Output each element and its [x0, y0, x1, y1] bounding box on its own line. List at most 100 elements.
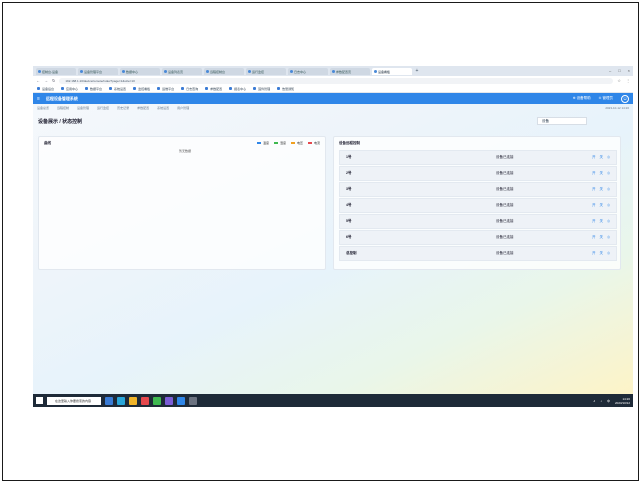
off-button[interactable]: 关 — [599, 155, 603, 160]
bookmarks-bar: 设备后台 应用中心 数据平台 系统设置 监控看板 运维平台 日志查询 参数配置 … — [33, 85, 633, 93]
back-button[interactable]: ← — [36, 78, 40, 83]
browser-tab[interactable]: 设备列表页 — [162, 67, 202, 75]
avatar-icon[interactable]: ☺ — [621, 94, 629, 103]
new-tab-button[interactable]: + — [414, 68, 420, 74]
off-button[interactable]: 关 — [599, 219, 603, 224]
taskbar-app-icon[interactable] — [153, 396, 161, 405]
on-button[interactable]: 开 — [592, 235, 596, 240]
legend-item[interactable]: 湿度 — [273, 141, 286, 145]
on-button[interactable]: 开 — [592, 251, 596, 256]
browser-tab-active[interactable]: 设备看板 — [372, 67, 412, 75]
device-name: 4号 — [346, 203, 352, 207]
browser-tab[interactable]: 控制台-设备 — [36, 67, 76, 75]
taskbar-app-icon[interactable] — [177, 396, 185, 405]
bookmark-item[interactable]: 数据平台 — [85, 87, 102, 91]
device-row: 6号 设备已连接 开 关 ◎ — [339, 230, 617, 245]
on-button[interactable]: 开 — [592, 203, 596, 208]
settings-icon[interactable]: ◎ — [607, 203, 610, 208]
legend-label: 电流 — [313, 141, 320, 145]
legend-item[interactable]: 电流 — [307, 141, 320, 145]
settings-icon[interactable]: ◎ — [607, 171, 610, 176]
settings-icon[interactable]: ◎ — [607, 219, 610, 224]
bookmark-item[interactable]: 应用中心 — [61, 87, 78, 91]
bookmark-item[interactable]: 日志查询 — [181, 87, 198, 91]
off-button[interactable]: 关 — [599, 203, 603, 208]
subnav-item[interactable]: 设备总览 — [37, 106, 49, 110]
legend-label: 湿度 — [279, 141, 286, 145]
taskbar-app-icon[interactable] — [117, 396, 125, 405]
browser-tab[interactable]: 参数配置页 — [330, 67, 370, 75]
tray-expand-icon[interactable]: ∧ — [593, 399, 595, 403]
taskbar-app-icon[interactable] — [105, 396, 113, 405]
subnav-item[interactable]: 设备管理 — [77, 106, 89, 110]
bookmark-item[interactable]: 报表中心 — [229, 87, 246, 91]
subnav-item[interactable]: 运行监控 — [97, 106, 109, 110]
device-control-title: 设备远程控制 — [339, 141, 360, 145]
device-status: 设备已连接 — [496, 219, 514, 223]
help-link[interactable]: ⊕ 设备帮助 — [573, 96, 591, 101]
bookmark-item[interactable]: 设备后台 — [37, 87, 54, 91]
header-actions: ⊕ 设备帮助 ⊙ 管理员 ☺ — [573, 94, 629, 103]
subnav-item[interactable]: 系统设置 — [157, 106, 169, 110]
close-window-button[interactable]: × — [628, 68, 630, 73]
device-actions: 开 关 ◎ — [592, 155, 610, 160]
settings-icon[interactable]: ◎ — [607, 155, 610, 160]
legend-swatch — [256, 142, 261, 144]
subnav-item[interactable]: 用户管理 — [177, 106, 189, 110]
forward-button[interactable]: → — [44, 78, 48, 83]
os-taskbar: 在这里输入你要搜索的内容 ∧ ♪ 中 14:20 2023/10/12 — [33, 394, 633, 407]
taskbar-clock[interactable]: 14:20 2023/10/12 — [615, 397, 630, 405]
star-icon[interactable]: ☆ — [617, 78, 621, 83]
user-menu[interactable]: ⊙ 管理员 — [599, 96, 613, 101]
bookmark-item[interactable]: 系统设置 — [109, 87, 126, 91]
bookmark-item[interactable]: 参数配置 — [205, 87, 222, 91]
taskbar-app-icon[interactable] — [141, 396, 149, 405]
subnav-item[interactable]: 远程控制 — [57, 106, 69, 110]
url-input[interactable]: 192.168.1.10/device/remote/index?page=1&… — [59, 77, 614, 84]
taskbar-app-icon[interactable] — [129, 396, 137, 405]
on-button[interactable]: 开 — [592, 171, 596, 176]
on-button[interactable]: 开 — [592, 187, 596, 192]
legend-item[interactable]: 温度 — [256, 141, 269, 145]
off-button[interactable]: 关 — [599, 171, 603, 176]
clock-date: 2023/10/12 — [614, 400, 630, 405]
off-button[interactable]: 关 — [599, 251, 603, 256]
taskbar-search-input[interactable]: 在这里输入你要搜索的内容 — [47, 396, 101, 405]
chart-panel: 曲线 温度 湿度 电压 电流 暂无数据 — [38, 136, 326, 270]
off-button[interactable]: 关 — [599, 235, 603, 240]
reload-button[interactable]: ↻ — [52, 78, 55, 83]
bookmark-item[interactable]: 运维平台 — [157, 87, 174, 91]
bookmark-item[interactable]: 固件管理 — [253, 87, 270, 91]
settings-icon[interactable]: ◎ — [607, 235, 610, 240]
device-status: 设备已连接 — [496, 171, 514, 175]
on-button[interactable]: 开 — [592, 155, 596, 160]
browser-tab[interactable]: 日志中心 — [288, 67, 328, 75]
menu-icon[interactable]: ≡ — [37, 96, 40, 102]
off-button[interactable]: 关 — [599, 187, 603, 192]
browser-tab[interactable]: 数据中心 — [120, 67, 160, 75]
on-button[interactable]: 开 — [592, 219, 596, 224]
device-row: 4号 设备已连接 开 关 ◎ — [339, 198, 617, 213]
settings-icon[interactable]: ◎ — [607, 187, 610, 192]
taskbar-app-icon[interactable] — [165, 396, 173, 405]
legend-item[interactable]: 电压 — [290, 141, 303, 145]
volume-icon[interactable]: ♪ — [600, 399, 602, 403]
taskbar-app-icon[interactable] — [189, 396, 197, 405]
settings-icon[interactable]: ◎ — [607, 251, 610, 256]
outer-frame: 控制台-设备 设备管理平台 数据中心 设备列表页 远程控制台 运行监控 日志中心… — [2, 2, 639, 481]
input-method-icon[interactable]: 中 — [607, 399, 610, 403]
browser-tab-strip: 控制台-设备 设备管理平台 数据中心 设备列表页 远程控制台 运行监控 日志中心… — [33, 66, 633, 76]
browser-tab[interactable]: 设备管理平台 — [78, 67, 118, 75]
bookmark-item[interactable]: 告警通知 — [277, 87, 294, 91]
subnav-item[interactable]: 历史记录 — [117, 106, 129, 110]
browser-tab[interactable]: 远程控制台 — [204, 67, 244, 75]
maximize-button[interactable]: □ — [618, 68, 620, 73]
windows-start-icon[interactable] — [36, 397, 43, 404]
bookmark-item[interactable]: 监控看板 — [133, 87, 150, 91]
minimize-button[interactable]: – — [609, 68, 611, 73]
device-select[interactable]: 设备 — [537, 117, 587, 125]
device-status: 设备已连接 — [496, 235, 514, 239]
browser-tab[interactable]: 运行监控 — [246, 67, 286, 75]
subnav-item[interactable]: 参数配置 — [137, 106, 149, 110]
more-menu-icon[interactable]: ⋮ — [626, 78, 630, 83]
